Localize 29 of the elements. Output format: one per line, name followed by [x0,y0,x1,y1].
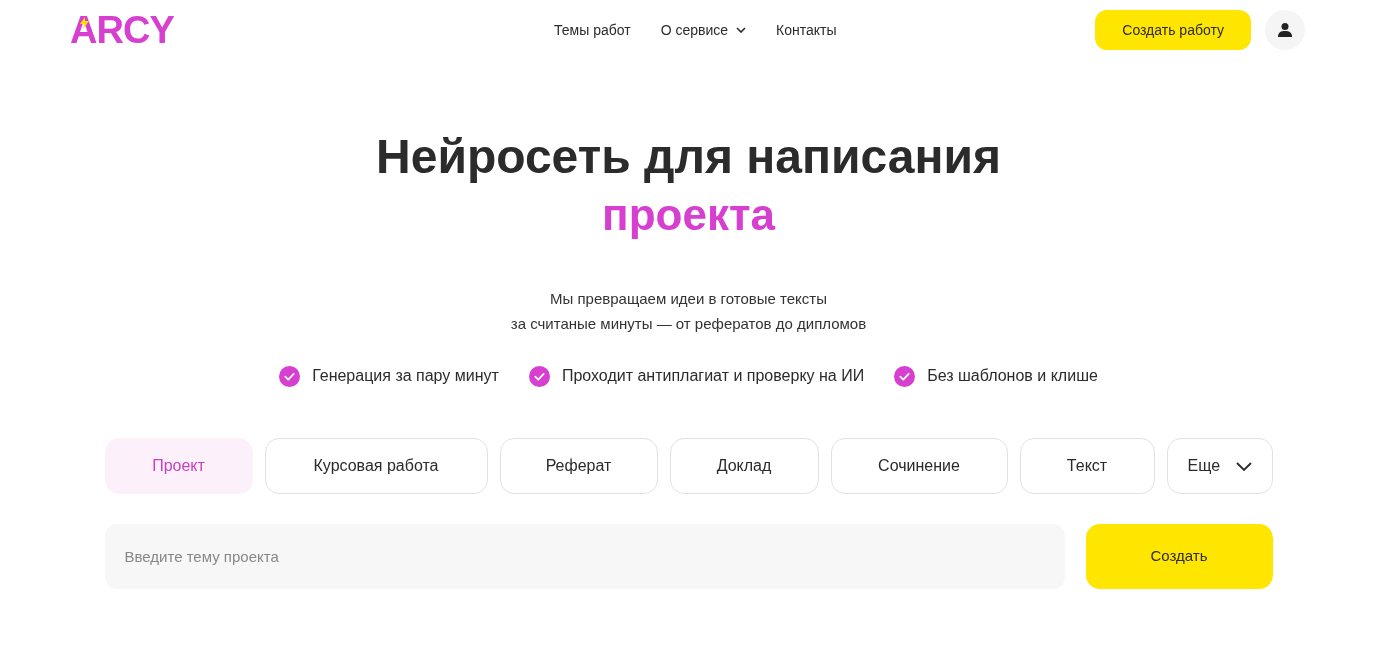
subtitle-line: за считаные минуты — от рефератов до дипломов [510,314,867,334]
check-circle-icon [279,365,301,387]
chevron-down-icon [736,27,747,33]
nav-link[interactable]: О сервисе [660,19,747,41]
work-type-tab[interactable]: Реферат [499,438,658,494]
headline-accent: проекта [602,189,775,241]
check-circle-icon [528,365,550,387]
nav-link[interactable]: Темы работ [554,19,631,41]
headline: Нейросеть для написания [376,129,1001,185]
user-icon [1277,22,1293,38]
nav-link[interactable]: Контакты [776,19,837,41]
lightning-icon [80,16,89,29]
check-circle-icon [894,365,916,387]
feature-text: Генерация за пару минут [312,366,499,386]
work-type-tab[interactable]: Курсовая работа [264,438,488,494]
feature-text: Без шаблонов и клише [927,366,1098,386]
work-type-tab[interactable]: Текст [1019,438,1155,494]
work-type-tab[interactable]: Проект [104,438,253,494]
create-work-button[interactable]: Создать работу [1095,10,1251,50]
chevron-down-icon [1235,461,1252,471]
work-type-tab[interactable]: Сочинение [830,438,1008,494]
feature-text: Проходит антиплагиат и проверку на ИИ [561,366,865,386]
create-button[interactable]: Создать [1085,524,1273,589]
work-type-tab[interactable]: Доклад [669,438,819,494]
user-button[interactable] [1265,10,1305,50]
subtitle-line: Мы превращаем идеи в готовые тексты [550,289,827,309]
logo[interactable]: ARCY [70,8,174,51]
topic-input-field[interactable]: Введите тему проекта [104,524,1065,589]
more-dropdown[interactable]: Еще [1166,438,1273,494]
